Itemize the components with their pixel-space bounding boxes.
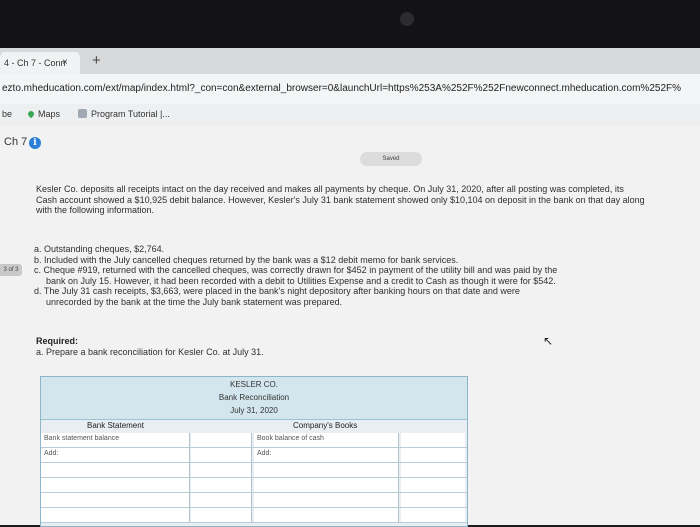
close-tab-icon[interactable]: × — [62, 52, 68, 74]
bank-add-amount-cell[interactable] — [191, 448, 252, 462]
list-item-continuation: unrecorded by the bank at the time the J… — [46, 296, 343, 307]
bank-entry-cell[interactable] — [41, 463, 190, 477]
bank-statement-header: Bank Statement — [87, 421, 144, 430]
book-amount-cell[interactable] — [401, 493, 465, 507]
required-section: Required: a. Prepare a bank reconciliati… — [36, 336, 436, 357]
new-tab-button[interactable]: + — [92, 52, 101, 69]
table-row — [41, 493, 467, 508]
table-row — [41, 463, 467, 478]
bookmark-maps[interactable]: Maps — [26, 109, 60, 119]
bookmark-page-icon — [78, 109, 87, 118]
book-balance-amount-cell[interactable] — [401, 433, 465, 447]
table-row — [41, 508, 467, 523]
saved-badge: Saved — [360, 152, 422, 166]
map-pin-icon — [26, 109, 36, 119]
book-amount-cell[interactable] — [401, 508, 465, 522]
list-item: b. Included with the July cancelled cheq… — [34, 254, 459, 265]
bank-reconciliation-table: KESLER CO. Bank Reconciliation July 31, … — [40, 376, 468, 527]
bookmark-partial[interactable]: be — [2, 109, 12, 119]
list-item-continuation: bank on July 15. However, it had been re… — [46, 275, 556, 286]
company-name: KESLER CO. — [229, 380, 278, 389]
bank-amount-cell[interactable] — [191, 478, 252, 492]
webcam-icon — [400, 12, 414, 26]
bank-amount-cell[interactable] — [191, 508, 252, 522]
table-header: KESLER CO. Bank Reconciliation July 31, … — [41, 377, 467, 420]
address-bar[interactable]: ezto.mheducation.com/ext/map/index.html?… — [0, 74, 700, 104]
bookmarks-bar: be Maps Program Tutorial |... — [0, 104, 700, 127]
info-icon[interactable]: i — [29, 137, 41, 149]
url-text[interactable]: ezto.mheducation.com/ext/map/index.html?… — [2, 83, 681, 94]
required-item: a. Prepare a bank reconciliation for Kes… — [36, 346, 264, 357]
book-entry-cell[interactable] — [254, 493, 399, 507]
book-entry-cell[interactable] — [254, 463, 399, 477]
bank-amount-cell[interactable] — [191, 493, 252, 507]
bank-balance-amount-cell[interactable] — [191, 433, 252, 447]
statement-date: July 31, 2020 — [230, 406, 278, 415]
question-items: a. Outstanding cheques, $2,764. b. Inclu… — [34, 244, 646, 307]
bookmark-program-tutorial[interactable]: Program Tutorial |... — [78, 109, 170, 119]
book-add-label-cell[interactable]: Add: — [254, 448, 399, 462]
monitor-bezel — [0, 0, 700, 48]
book-add-amount-cell[interactable] — [401, 448, 465, 462]
book-amount-cell[interactable] — [401, 463, 465, 477]
book-entry-cell[interactable] — [254, 508, 399, 522]
assignment-page: Ch 7 i Saved 3 of 3 Kesler Co. deposits … — [0, 126, 700, 527]
list-item: d. The July 31 cash receipts, $3,663, we… — [34, 286, 520, 296]
tab-title: 4 - Ch 7 - Conn — [4, 58, 66, 68]
list-item: c. Cheque #919, returned with the cancel… — [34, 265, 558, 275]
tab-bar: 4 - Ch 7 - Conn × — [0, 48, 700, 74]
book-balance-label-cell[interactable]: Book balance of cash — [254, 433, 399, 447]
question-number-tab[interactable]: 3 of 3 — [0, 264, 22, 276]
chapter-label: Ch 7 — [4, 136, 28, 148]
required-label: Required: — [36, 336, 79, 346]
bank-entry-cell[interactable] — [41, 478, 190, 492]
mouse-cursor-icon: ↖ — [543, 334, 554, 348]
bank-amount-cell[interactable] — [191, 463, 252, 477]
browser-tab[interactable]: 4 - Ch 7 - Conn × — [0, 52, 80, 74]
bank-entry-cell[interactable] — [41, 508, 190, 522]
table-row: Bank statement balance Book balance of c… — [41, 433, 467, 448]
statement-title: Bank Reconciliation — [218, 393, 290, 402]
company-books-header: Company's Books — [293, 421, 358, 430]
bank-add-label-cell[interactable]: Add: — [41, 448, 190, 462]
list-item: a. Outstanding cheques, $2,764. — [34, 244, 165, 254]
book-amount-cell[interactable] — [401, 478, 465, 492]
book-entry-cell[interactable] — [254, 478, 399, 492]
table-row: Add: Add: — [41, 448, 467, 463]
bank-entry-cell[interactable] — [41, 493, 190, 507]
question-intro: Kesler Co. deposits all receipts intact … — [36, 184, 645, 215]
table-row — [41, 478, 467, 493]
bank-balance-label-cell[interactable]: Bank statement balance — [41, 433, 190, 447]
